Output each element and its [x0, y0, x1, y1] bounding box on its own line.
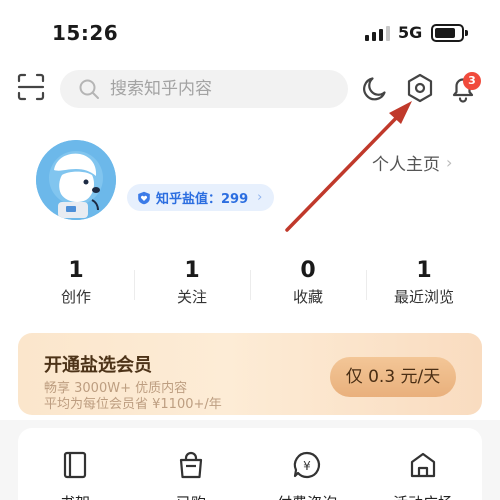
stat-value: 0 — [300, 258, 316, 283]
chevron-right-icon: › — [446, 153, 453, 172]
shopping-bag-icon — [179, 451, 203, 479]
activity-square-icon — [410, 452, 436, 478]
tool-purchased[interactable]: 已购 — [136, 450, 246, 500]
tool-activity-square[interactable]: 活动广场 — [368, 450, 478, 500]
status-time: 15:26 — [52, 21, 119, 45]
avatar[interactable] — [36, 140, 116, 220]
signal-icon — [365, 25, 391, 41]
profile-stats: 1 创作 1 关注 0 收藏 1 最近浏览 — [18, 256, 482, 312]
search-icon — [78, 78, 100, 104]
personal-homepage-link[interactable]: 个人主页 › — [372, 150, 452, 175]
paid-consult-icon: ¥ — [293, 451, 321, 479]
quick-tools-card: 书架 已购 ¥ 付费咨询 活动广场 — [18, 428, 482, 500]
stat-favorites[interactable]: 0 收藏 — [250, 256, 366, 312]
stat-label: 最近浏览 — [393, 288, 454, 306]
scan-icon[interactable] — [16, 72, 46, 102]
network-type: 5G — [398, 23, 423, 42]
homepage-label: 个人主页 — [372, 155, 440, 175]
settings-hexagon-icon[interactable] — [404, 72, 436, 108]
vip-banner[interactable]: 开通盐选会员 畅享 3000W+ 优质内容 平均为每位会员省 ¥1100+/年 … — [18, 333, 482, 415]
search-bar[interactable] — [60, 70, 348, 108]
vip-subtitle-line: 平均为每位会员省 ¥1100+/年 — [44, 397, 222, 412]
chevron-right-icon: › — [257, 190, 263, 205]
tool-bookshelf[interactable]: 书架 — [20, 450, 130, 500]
salt-value-label: 知乎盐值：299 — [156, 192, 249, 207]
svg-text:¥: ¥ — [303, 459, 311, 473]
tool-label: 书架 — [20, 492, 130, 500]
stat-label: 关注 — [176, 288, 207, 306]
stat-recent[interactable]: 1 最近浏览 — [366, 256, 482, 312]
tool-label: 付费咨询 — [252, 492, 362, 500]
salt-value-badge[interactable]: 知乎盐值：299 › — [127, 184, 275, 211]
vip-price-button[interactable]: 仅 0.3 元/天 — [330, 357, 456, 397]
bookshelf-icon — [63, 451, 87, 479]
tool-label: 已购 — [136, 492, 246, 500]
stat-value: 1 — [184, 258, 200, 283]
stat-following[interactable]: 1 关注 — [134, 256, 250, 312]
profile-page: 15:26 5G 搜索知乎内容 3 知乎盐值：299 › 个人主页 › 1 创作… — [0, 0, 500, 420]
tool-paid-consult[interactable]: ¥ 付费咨询 — [252, 450, 362, 500]
astronaut-dog-avatar — [36, 140, 116, 220]
notification-badge: 3 — [463, 72, 481, 90]
stat-value: 1 — [416, 258, 432, 283]
stat-value: 1 — [68, 258, 84, 283]
stat-label: 收藏 — [292, 288, 323, 306]
vip-title: 开通盐选会员 — [44, 355, 152, 376]
tool-label: 活动广场 — [368, 492, 478, 500]
stat-label: 创作 — [60, 288, 91, 306]
battery-icon — [431, 24, 468, 42]
heart-shield-icon — [138, 191, 150, 204]
stat-creations[interactable]: 1 创作 — [18, 256, 134, 312]
moon-icon[interactable] — [360, 74, 390, 108]
search-input[interactable] — [110, 70, 330, 108]
